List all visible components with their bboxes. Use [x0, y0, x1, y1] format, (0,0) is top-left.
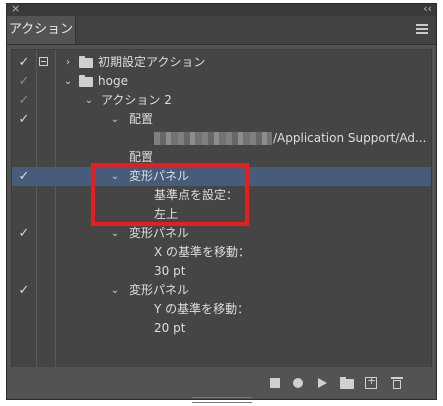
- chevron-right-icon[interactable]: ›: [62, 53, 74, 72]
- chevron-down-icon[interactable]: ⌄: [109, 224, 121, 243]
- tab-actions[interactable]: アクション: [7, 16, 76, 44]
- toggle-item-check[interactable]: ✓: [16, 167, 32, 186]
- parameter-label: X の基準を移動：: [154, 245, 251, 259]
- toggle-item-check[interactable]: ✓: [16, 110, 32, 129]
- parameter-value: 20 pt: [154, 321, 186, 335]
- command-row-selected[interactable]: ✓ ⌄ 変形パネル: [12, 167, 431, 186]
- play-icon[interactable]: [315, 376, 329, 390]
- parameter-value: /Application Support/Ad...: [273, 131, 427, 145]
- command-label: 変形パネル: [129, 226, 190, 240]
- trash-icon[interactable]: [390, 376, 404, 390]
- command-row[interactable]: ✓ ⌄ 変形パネル: [12, 281, 431, 300]
- parameter-row[interactable]: 左上: [12, 205, 431, 224]
- record-icon[interactable]: [291, 376, 305, 390]
- actions-panel: × ‹‹ アクション ✓ › 初期設定アクション ✓ ⌄ hoge ✓ ⌄ アク…: [6, 2, 437, 403]
- dialog-toggle-icon[interactable]: [39, 57, 48, 66]
- chevron-down-icon[interactable]: ⌄: [109, 110, 121, 129]
- action-set-label: 初期設定アクション: [98, 55, 206, 69]
- toggle-item-check[interactable]: ✓: [16, 53, 32, 72]
- chevron-down-icon[interactable]: ⌄: [109, 281, 121, 300]
- command-label: 変形パネル: [129, 169, 190, 183]
- panel-menu-icon[interactable]: [416, 24, 428, 34]
- parameter-row[interactable]: /Application Support/Ad...: [12, 129, 431, 148]
- action-set-row[interactable]: ✓ ⌄ hoge: [12, 72, 431, 91]
- command-row[interactable]: ✓ ⌄ 変形パネル: [12, 224, 431, 243]
- folder-icon: [79, 75, 93, 87]
- parameter-value: 30 pt: [154, 264, 186, 278]
- action-label: アクション 2: [101, 93, 172, 107]
- parameter-row[interactable]: X の基準を移動：: [12, 243, 431, 262]
- parameter-label: 基準点を設定：: [154, 188, 239, 202]
- chevron-down-icon[interactable]: ⌄: [109, 167, 121, 186]
- folder-icon: [79, 56, 93, 68]
- parameter-row[interactable]: 基準点を設定：: [12, 186, 431, 205]
- parameter-row[interactable]: 20 pt: [12, 319, 431, 338]
- parameter-value: 左上: [154, 207, 179, 221]
- action-set-label: hoge: [98, 74, 128, 88]
- command-label: 変形パネル: [129, 283, 190, 297]
- parameter-label: 配置: [129, 150, 154, 164]
- action-row[interactable]: ✓ ⌄ アクション 2: [12, 91, 431, 110]
- command-row[interactable]: ✓ ⌄ 配置: [12, 110, 431, 129]
- close-icon[interactable]: ×: [11, 2, 20, 15]
- panel-title-bar: × ‹‹: [7, 2, 436, 16]
- resize-grip[interactable]: [192, 397, 252, 403]
- toggle-item-check[interactable]: ✓: [16, 224, 32, 243]
- actions-list[interactable]: ✓ › 初期設定アクション ✓ ⌄ hoge ✓ ⌄ アクション 2 ✓ ⌄ 配…: [11, 49, 432, 368]
- collapse-icon[interactable]: ‹‹: [423, 2, 432, 15]
- command-label: 配置: [129, 112, 154, 126]
- action-set-row[interactable]: ✓ › 初期設定アクション: [12, 53, 431, 72]
- new-action-icon[interactable]: [365, 374, 377, 389]
- parameter-row[interactable]: 30 pt: [12, 262, 431, 281]
- chevron-down-icon[interactable]: ⌄: [62, 72, 74, 91]
- toggle-item-check[interactable]: ✓: [16, 91, 32, 110]
- parameter-row[interactable]: Y の基準を移動：: [12, 300, 431, 319]
- stop-icon[interactable]: [268, 376, 282, 390]
- tab-bar: アクション: [7, 16, 436, 45]
- toggle-item-check[interactable]: ✓: [16, 281, 32, 300]
- parameter-row[interactable]: 配置: [12, 148, 431, 167]
- panel-footer: [7, 367, 436, 403]
- redacted-path: [154, 132, 272, 145]
- chevron-down-icon[interactable]: ⌄: [83, 91, 95, 110]
- toggle-item-check[interactable]: ✓: [16, 72, 32, 91]
- new-set-icon[interactable]: [340, 376, 354, 390]
- parameter-label: Y の基準を移動：: [154, 302, 250, 316]
